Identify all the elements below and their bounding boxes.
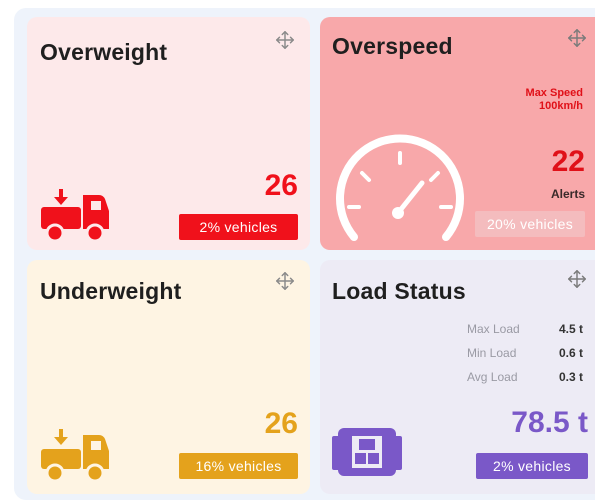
load-row-label: Max Load [467, 322, 520, 336]
overweight-value: 26 [264, 169, 298, 202]
overspeed-value: 22 [551, 145, 585, 178]
load-row-label: Avg Load [467, 370, 518, 384]
load-row-max: Max Load 4.5 t [467, 322, 587, 336]
load-row-value: 0.3 t [559, 370, 584, 384]
alerts-caption: Alerts [550, 187, 585, 201]
load-row-label: Min Load [467, 346, 517, 360]
move-icon[interactable] [566, 268, 588, 290]
underweight-card[interactable]: Underweight 26 16% vehicles [27, 260, 310, 494]
move-icon[interactable] [274, 270, 296, 292]
overspeed-card[interactable]: Overspeed Max Speed 100km/h 22 Alerts 20… [320, 17, 595, 250]
underweight-value: 26 [264, 407, 298, 440]
load-badge: 2% vehicles [476, 453, 588, 479]
max-speed-label: Max Speed [525, 87, 583, 99]
overweight-card[interactable]: Overweight 26 2% vehicles [27, 17, 310, 250]
load-row-value: 0.6 t [559, 346, 584, 360]
speedometer-icon [336, 134, 464, 241]
card-title: Load Status [332, 278, 466, 304]
overweight-badge: 2% vehicles [179, 214, 298, 240]
card-title: Overweight [40, 39, 168, 65]
card-title: Overspeed [332, 33, 453, 59]
max-speed-value: 100km/h [538, 100, 583, 112]
card-title: Underweight [40, 278, 182, 304]
load-value: 78.5 t [511, 406, 588, 439]
load-row-avg: Avg Load 0.3 t [467, 370, 587, 384]
truck-icon [41, 429, 109, 483]
load-row-min: Min Load 0.6 t [467, 346, 587, 360]
overspeed-badge: 20% vehicles [475, 211, 585, 237]
underweight-badge: 16% vehicles [179, 453, 298, 479]
move-icon[interactable] [566, 27, 588, 49]
container-icon [332, 428, 402, 476]
load-row-value: 4.5 t [559, 322, 584, 336]
truck-icon [41, 189, 109, 243]
move-icon[interactable] [274, 29, 296, 51]
load-status-card[interactable]: Load Status Max Load 4.5 t Min Load 0.6 … [320, 260, 595, 494]
